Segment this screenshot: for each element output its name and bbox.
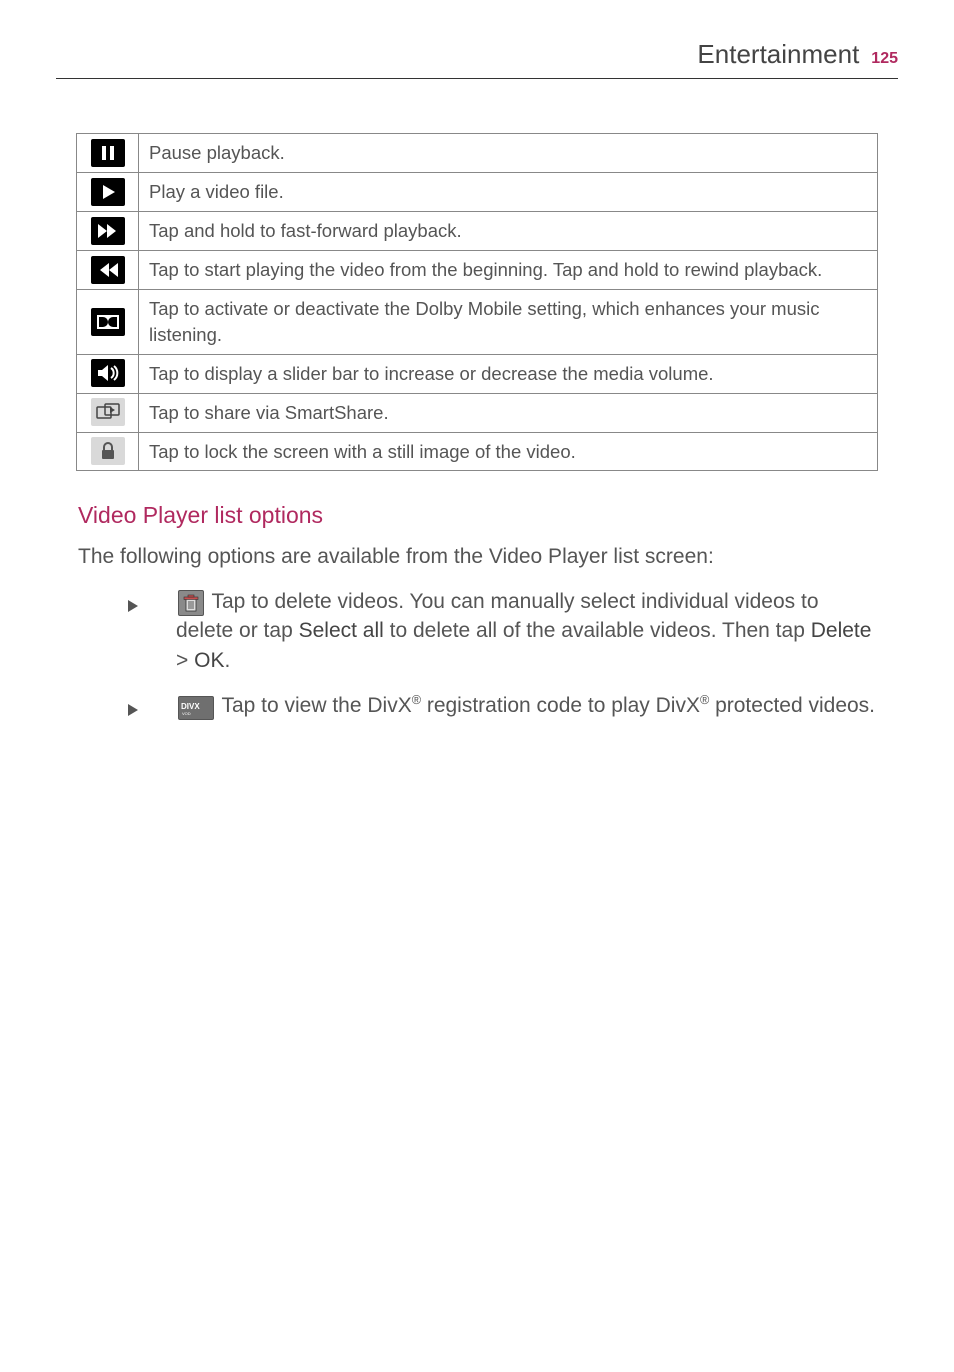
- page-number: 125: [871, 48, 898, 70]
- fast-forward-icon: [91, 217, 125, 245]
- registered-mark: ®: [412, 693, 421, 707]
- bullet-text: protected videos.: [709, 694, 875, 717]
- bullet-list: Tap to delete videos. You can manually s…: [128, 587, 876, 721]
- bullet-caret-icon: [128, 591, 138, 620]
- header-rule: [56, 78, 898, 79]
- bold-text: Delete: [811, 619, 872, 642]
- intro-text: The following options are available from…: [78, 542, 876, 571]
- table-row: Tap to activate or deactivate the Dolby …: [77, 289, 878, 354]
- lock-icon: [91, 437, 125, 465]
- table-row: Tap to display a slider bar to increase …: [77, 354, 878, 393]
- svg-text:DIVX: DIVX: [181, 702, 200, 711]
- smartshare-icon: [91, 398, 125, 426]
- page-header: Entertainment 125: [56, 36, 898, 76]
- bullet-caret-icon: [128, 695, 138, 724]
- play-icon: [91, 178, 125, 206]
- bullet-text: .: [224, 649, 230, 672]
- list-item: Tap to delete videos. You can manually s…: [128, 587, 876, 675]
- icon-cell: [77, 393, 139, 432]
- registered-mark: ®: [700, 693, 709, 707]
- table-row: Pause playback.: [77, 134, 878, 173]
- cell-text: Tap to display a slider bar to increase …: [139, 354, 878, 393]
- bullet-text: >: [176, 649, 194, 672]
- subsection-heading: Video Player list options: [78, 499, 876, 531]
- cell-text: Play a video file.: [139, 173, 878, 212]
- icon-cell: [77, 251, 139, 290]
- icon-cell: [77, 212, 139, 251]
- cell-text: Tap to share via SmartShare.: [139, 393, 878, 432]
- bullet-text: registration code to play DivX: [421, 694, 700, 717]
- table-row: Tap to lock the screen with a still imag…: [77, 432, 878, 471]
- bullet-text: to delete all of the available videos. T…: [384, 619, 811, 642]
- table-row: Tap and hold to fast-forward playback.: [77, 212, 878, 251]
- bullet-text: Tap to view the DivX: [216, 694, 412, 717]
- icon-cell: [77, 354, 139, 393]
- svg-text:VOD: VOD: [182, 711, 191, 716]
- pause-icon: [91, 139, 125, 167]
- icon-cell: [77, 432, 139, 471]
- table-row: Play a video file.: [77, 173, 878, 212]
- cell-text: Tap to lock the screen with a still imag…: [139, 432, 878, 471]
- list-item: DIVXVOD Tap to view the DivX® registrati…: [128, 691, 876, 720]
- cell-text: Pause playback.: [139, 134, 878, 173]
- table-row: Tap to start playing the video from the …: [77, 251, 878, 290]
- trash-icon: [178, 590, 204, 616]
- divx-icon: DIVXVOD: [178, 696, 214, 720]
- volume-icon: [91, 359, 125, 387]
- cell-text: Tap and hold to fast-forward playback.: [139, 212, 878, 251]
- bold-text: Select all: [299, 619, 384, 642]
- table-row: Tap to share via SmartShare.: [77, 393, 878, 432]
- dolby-icon: [91, 308, 125, 336]
- section-title: Entertainment: [697, 36, 859, 72]
- icon-cell: [77, 134, 139, 173]
- cell-text: Tap to start playing the video from the …: [139, 251, 878, 290]
- cell-text: Tap to activate or deactivate the Dolby …: [139, 289, 878, 354]
- bold-text: OK: [194, 649, 224, 672]
- restart-rewind-icon: [91, 256, 125, 284]
- icon-cell: [77, 173, 139, 212]
- controls-table: Pause playback. Play a video file. Tap a…: [76, 133, 878, 471]
- icon-cell: [77, 289, 139, 354]
